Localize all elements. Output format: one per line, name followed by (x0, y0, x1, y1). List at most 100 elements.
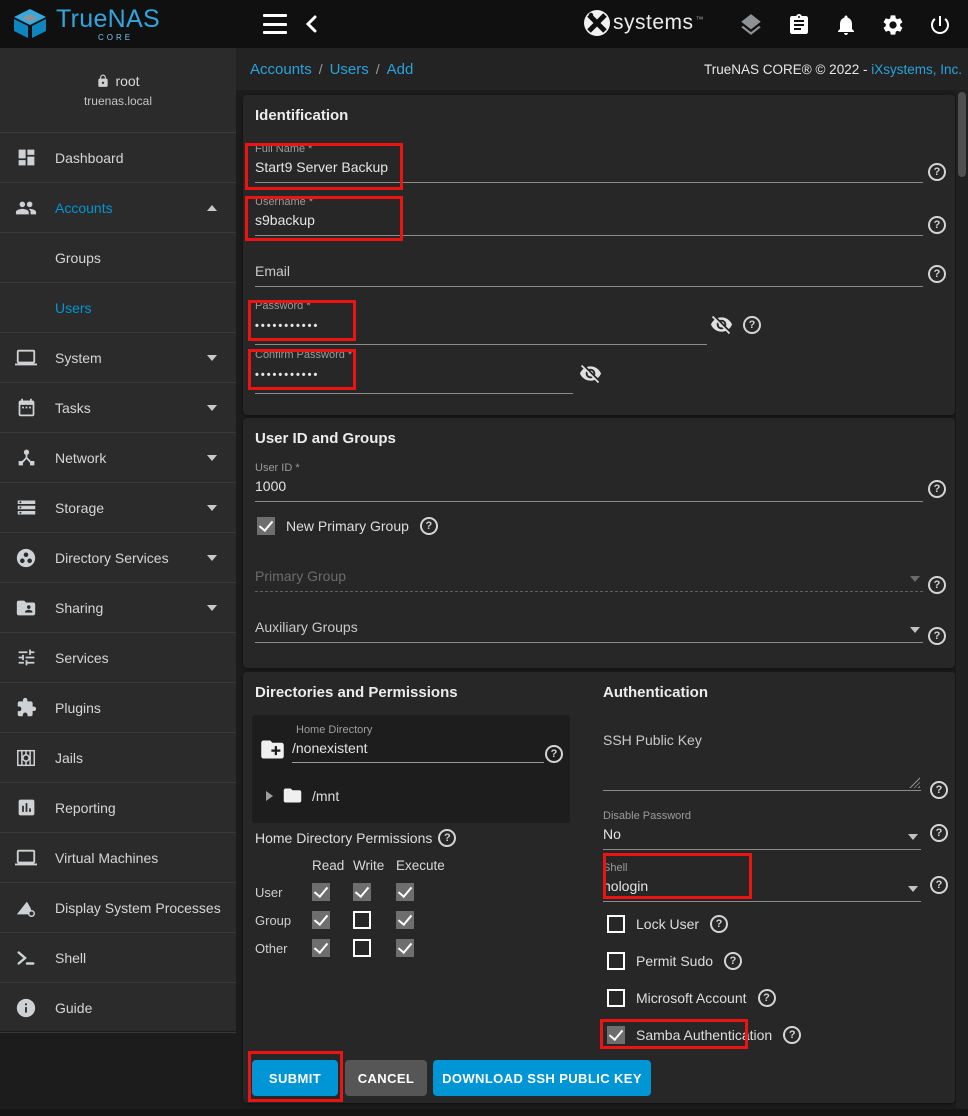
ssh-public-key-textarea[interactable] (603, 752, 921, 791)
chevron-down-icon (207, 555, 217, 561)
password-field[interactable]: Password * ••••••••••• (255, 300, 707, 345)
help-icon[interactable]: ? (928, 163, 946, 181)
perm-row-other: Other (255, 941, 312, 956)
email-field[interactable]: Email (255, 263, 923, 287)
help-icon[interactable]: ? (930, 781, 948, 799)
cancel-button[interactable]: CANCEL (345, 1060, 427, 1096)
help-icon[interactable]: ? (545, 745, 563, 763)
username-field[interactable]: Username * s9backup (255, 196, 923, 236)
jobs-icon[interactable] (787, 13, 811, 37)
sidebar-item-services[interactable]: Services (0, 633, 236, 683)
trademark-mark: ™ (696, 15, 704, 24)
sidebar-item-directory-services[interactable]: Directory Services (0, 533, 236, 583)
sidebar-item-storage[interactable]: Storage (0, 483, 236, 533)
submit-button[interactable]: SUBMIT (252, 1060, 338, 1096)
microsoft-account-checkbox[interactable] (607, 989, 625, 1007)
help-icon[interactable]: ? (743, 316, 761, 334)
help-icon[interactable]: ? (438, 829, 456, 847)
sidebar-item-users[interactable]: Users (0, 283, 236, 333)
sidebar-item-label: Users (55, 300, 92, 316)
permit-sudo-checkbox[interactable] (607, 952, 625, 970)
user-id-value[interactable]: 1000 (255, 478, 923, 502)
sidebar-item-system[interactable]: System (0, 333, 236, 383)
folder-add-icon[interactable] (259, 736, 286, 768)
shell-select[interactable]: Shell nologin (603, 862, 921, 902)
download-ssh-public-key-button[interactable]: DOWNLOAD SSH PUBLIC KEY (433, 1060, 651, 1096)
breadcrumb-users[interactable]: Users (330, 61, 369, 78)
sidebar-item-accounts[interactable]: Accounts (0, 183, 236, 233)
truecommand-icon[interactable] (738, 12, 764, 38)
perm-other-write-checkbox[interactable] (353, 939, 371, 957)
confirm-password-field[interactable]: Confirm Password * ••••••••••• (255, 349, 573, 394)
settings-gear-icon[interactable] (881, 13, 905, 37)
sidebar-item-reporting[interactable]: Reporting (0, 783, 236, 833)
username-value[interactable]: s9backup (255, 212, 923, 236)
primary-group-select[interactable]: Primary Group (255, 568, 923, 592)
power-icon[interactable] (928, 13, 952, 37)
sidebar-item-guide[interactable]: Guide (0, 983, 236, 1033)
help-icon[interactable]: ? (783, 1026, 801, 1044)
help-icon[interactable]: ? (710, 915, 728, 933)
perm-user-execute-checkbox[interactable] (396, 883, 414, 901)
sidebar-item-groups[interactable]: Groups (0, 233, 236, 283)
auxiliary-groups-placeholder[interactable]: Auxiliary Groups (255, 619, 923, 643)
new-primary-group-checkbox[interactable] (257, 517, 275, 535)
disable-password-select[interactable]: Disable Password No (603, 810, 921, 850)
scrollbar-track[interactable] (956, 90, 968, 1116)
lock-user-checkbox[interactable] (607, 915, 625, 933)
password-masked-value[interactable]: ••••••••••• (255, 316, 707, 345)
sidebar-item-shell[interactable]: Shell (0, 933, 236, 983)
help-icon[interactable]: ? (724, 952, 742, 970)
full-name-field[interactable]: Full Name * Start9 Server Backup (255, 143, 923, 183)
full-name-value[interactable]: Start9 Server Backup (255, 159, 923, 183)
help-icon[interactable]: ? (928, 216, 946, 234)
toggle-password-visibility-icon[interactable] (579, 362, 602, 390)
perm-user-read-checkbox[interactable] (312, 883, 330, 901)
ixsystems-logo-icon (583, 9, 611, 37)
resize-handle[interactable] (909, 777, 920, 788)
home-directory-value[interactable]: /nonexistent (292, 740, 544, 763)
perm-other-execute-checkbox[interactable] (396, 939, 414, 957)
alerts-bell-icon[interactable] (834, 13, 858, 37)
perm-group-read-checkbox[interactable] (312, 911, 330, 929)
collapse-nav-icon[interactable] (302, 14, 322, 34)
breadcrumb-accounts[interactable]: Accounts (250, 61, 312, 78)
user-id-field[interactable]: User ID * 1000 (255, 462, 923, 502)
help-icon[interactable]: ? (928, 480, 946, 498)
sidebar-item-tasks[interactable]: Tasks (0, 383, 236, 433)
confirm-password-masked-value[interactable]: ••••••••••• (255, 365, 573, 394)
toggle-password-visibility-icon[interactable] (710, 313, 733, 341)
sidebar-item-sharing[interactable]: Sharing (0, 583, 236, 633)
help-icon[interactable]: ? (928, 627, 946, 645)
topbar-actions (738, 12, 952, 38)
perm-other-read-checkbox[interactable] (312, 939, 330, 957)
truenas-logo[interactable]: TrueNAS CORE (0, 7, 236, 42)
sidebar-item-virtual-machines[interactable]: Virtual Machines (0, 833, 236, 883)
email-placeholder[interactable]: Email (255, 263, 923, 287)
help-icon[interactable]: ? (928, 576, 946, 594)
breadcrumb-add[interactable]: Add (387, 61, 414, 78)
perm-user-write-checkbox[interactable] (353, 883, 371, 901)
perm-group-execute-checkbox[interactable] (396, 911, 414, 929)
primary-group-placeholder[interactable]: Primary Group (255, 568, 923, 592)
sidebar-item-plugins[interactable]: Plugins (0, 683, 236, 733)
help-icon[interactable]: ? (420, 517, 438, 535)
menu-icon[interactable] (262, 14, 288, 34)
sidebar-item-network[interactable]: Network (0, 433, 236, 483)
help-icon[interactable]: ? (758, 989, 776, 1007)
scrollbar-thumb[interactable] (958, 92, 966, 177)
sidebar-item-jails[interactable]: Jails (0, 733, 236, 783)
sidebar-item-dashboard[interactable]: Dashboard (0, 133, 236, 183)
help-icon[interactable]: ? (930, 824, 948, 842)
samba-authentication-checkbox[interactable] (607, 1026, 625, 1044)
help-icon[interactable]: ? (930, 876, 948, 894)
auxiliary-groups-select[interactable]: Auxiliary Groups (255, 619, 923, 643)
tree-expand-icon[interactable] (266, 791, 273, 801)
sidebar-item-display-system-processes[interactable]: Display System Processes (0, 883, 236, 933)
perm-group-write-checkbox[interactable] (353, 911, 371, 929)
help-icon[interactable]: ? (928, 265, 946, 283)
disable-password-value[interactable]: No (603, 826, 921, 850)
tree-node-mnt[interactable]: /mnt (266, 785, 339, 806)
shell-value[interactable]: nologin (603, 878, 921, 902)
ixsystems-link[interactable]: iXsystems, Inc. (871, 62, 962, 77)
